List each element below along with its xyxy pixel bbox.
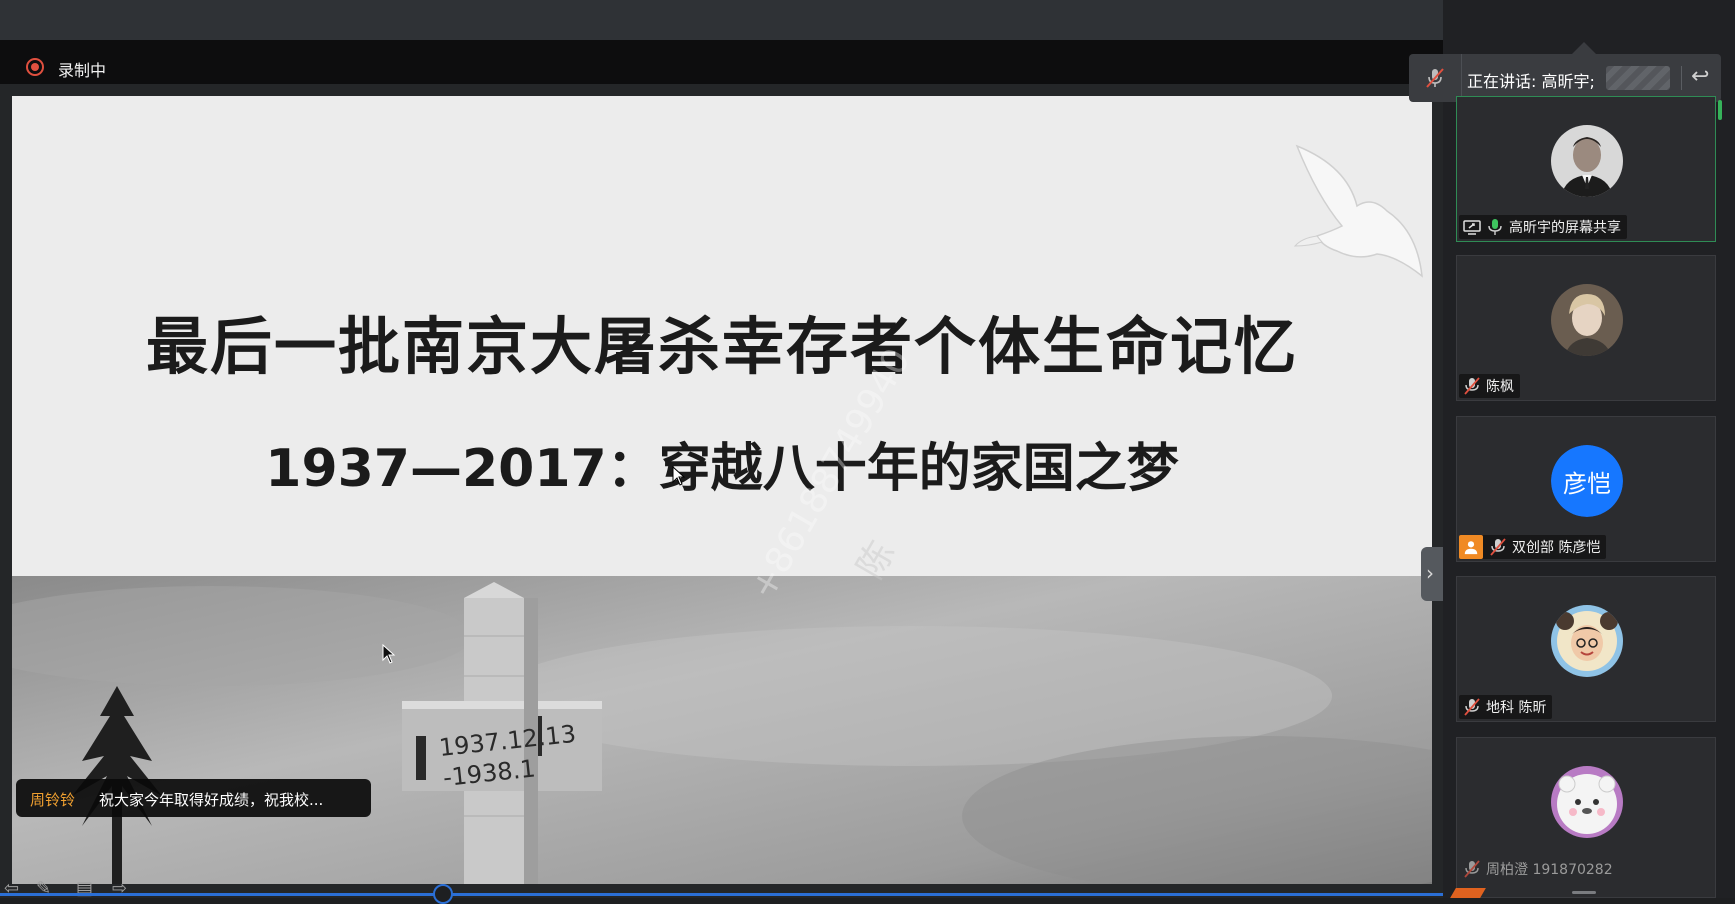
screen-share-stage[interactable]: 最后一批南京大屠杀幸存者个体生命记忆 1937—2017：穿越八十年的家国之梦 [0, 84, 1443, 898]
speaking-avatars-blurred [1606, 66, 1670, 90]
divider [1681, 66, 1682, 90]
mic-muted-icon [1464, 860, 1480, 878]
avatar [1551, 766, 1623, 838]
participant-tile[interactable]: 彦恺 双创部 陈彦恺 [1456, 416, 1716, 562]
participant-nameplate: 双创部 陈彦恺 [1459, 535, 1607, 559]
dove-image [1293, 144, 1423, 278]
pointer-cursor-icon [382, 644, 396, 664]
participant-name: 地科 陈昕 [1486, 700, 1547, 716]
avatar [1551, 125, 1623, 197]
mic-muted-icon[interactable] [1423, 66, 1447, 90]
record-icon [26, 58, 44, 76]
participant-tile[interactable]: 周柏澄 191870282 [1456, 737, 1716, 898]
participant-tile[interactable]: 高昕宇的屏幕共享 [1456, 96, 1716, 242]
avatar [1551, 284, 1623, 356]
participant-nameplate: 周柏澄 191870282 [1459, 857, 1619, 881]
mic-muted-icon [1464, 698, 1480, 716]
window-top-bar [0, 0, 1443, 40]
participant-name: 高昕宇的屏幕共享 [1509, 220, 1621, 236]
participant-nameplate: 地科 陈昕 [1459, 695, 1553, 719]
memorial-photo: 1937.12.13 -1938.1 [12, 576, 1432, 884]
slide-title: 最后一批南京大屠杀幸存者个体生命记忆 [145, 310, 1298, 383]
shared-slide: 最后一批南京大屠杀幸存者个体生命记忆 1937—2017：穿越八十年的家国之梦 [12, 96, 1432, 884]
panel-resize-handle[interactable] [1572, 891, 1596, 894]
avatar: 彦恺 [1551, 445, 1623, 517]
participant-name: 陈枫 [1486, 379, 1514, 395]
slide-subtitle: 1937—2017：穿越八十年的家国之梦 [265, 439, 1179, 499]
chat-message: 祝大家今年取得好成绩，祝我校... [99, 791, 324, 809]
chat-notification[interactable]: 周铃铃 祝大家今年取得好成绩，祝我校... [16, 779, 371, 817]
panel-scrollbar[interactable] [1718, 100, 1722, 120]
mic-muted-icon [1490, 538, 1506, 556]
recording-bar: 录制中 [0, 40, 1443, 84]
share-progress-line [0, 893, 1443, 896]
mic-muted-icon [1464, 377, 1480, 395]
participant-tile[interactable]: 陈枫 [1456, 255, 1716, 401]
chevron-right-icon: › [1426, 561, 1434, 585]
reply-icon[interactable]: ↩ [1691, 64, 1709, 89]
chat-sender: 周铃铃 [30, 791, 76, 809]
avatar [1551, 605, 1623, 677]
active-speaker-bar: 正在讲话: 高昕宇; ↩ [1409, 54, 1721, 102]
expand-panel-button[interactable]: › [1421, 547, 1443, 601]
share-progress-knob[interactable] [433, 884, 453, 904]
participant-nameplate: 高昕宇的屏幕共享 [1459, 215, 1627, 239]
divider [1461, 54, 1462, 102]
speaking-label: 正在讲话: 高昕宇; [1467, 72, 1595, 91]
avatar-initials: 彦恺 [1551, 445, 1623, 517]
screen-share-icon [1463, 220, 1481, 235]
participant-name: 双创部 陈彦恺 [1512, 540, 1601, 556]
collapse-caret-icon[interactable] [1572, 42, 1596, 54]
recording-label: 录制中 [58, 61, 107, 80]
participant-name: 周柏澄 191870282 [1486, 862, 1613, 878]
participant-nameplate: 陈枫 [1459, 374, 1520, 398]
remote-cursor-icon [672, 466, 686, 486]
corner-accent [1450, 888, 1486, 898]
mic-on-icon [1488, 219, 1502, 235]
participant-tile[interactable]: 地科 陈昕 [1456, 576, 1716, 722]
person-icon [1459, 535, 1483, 559]
